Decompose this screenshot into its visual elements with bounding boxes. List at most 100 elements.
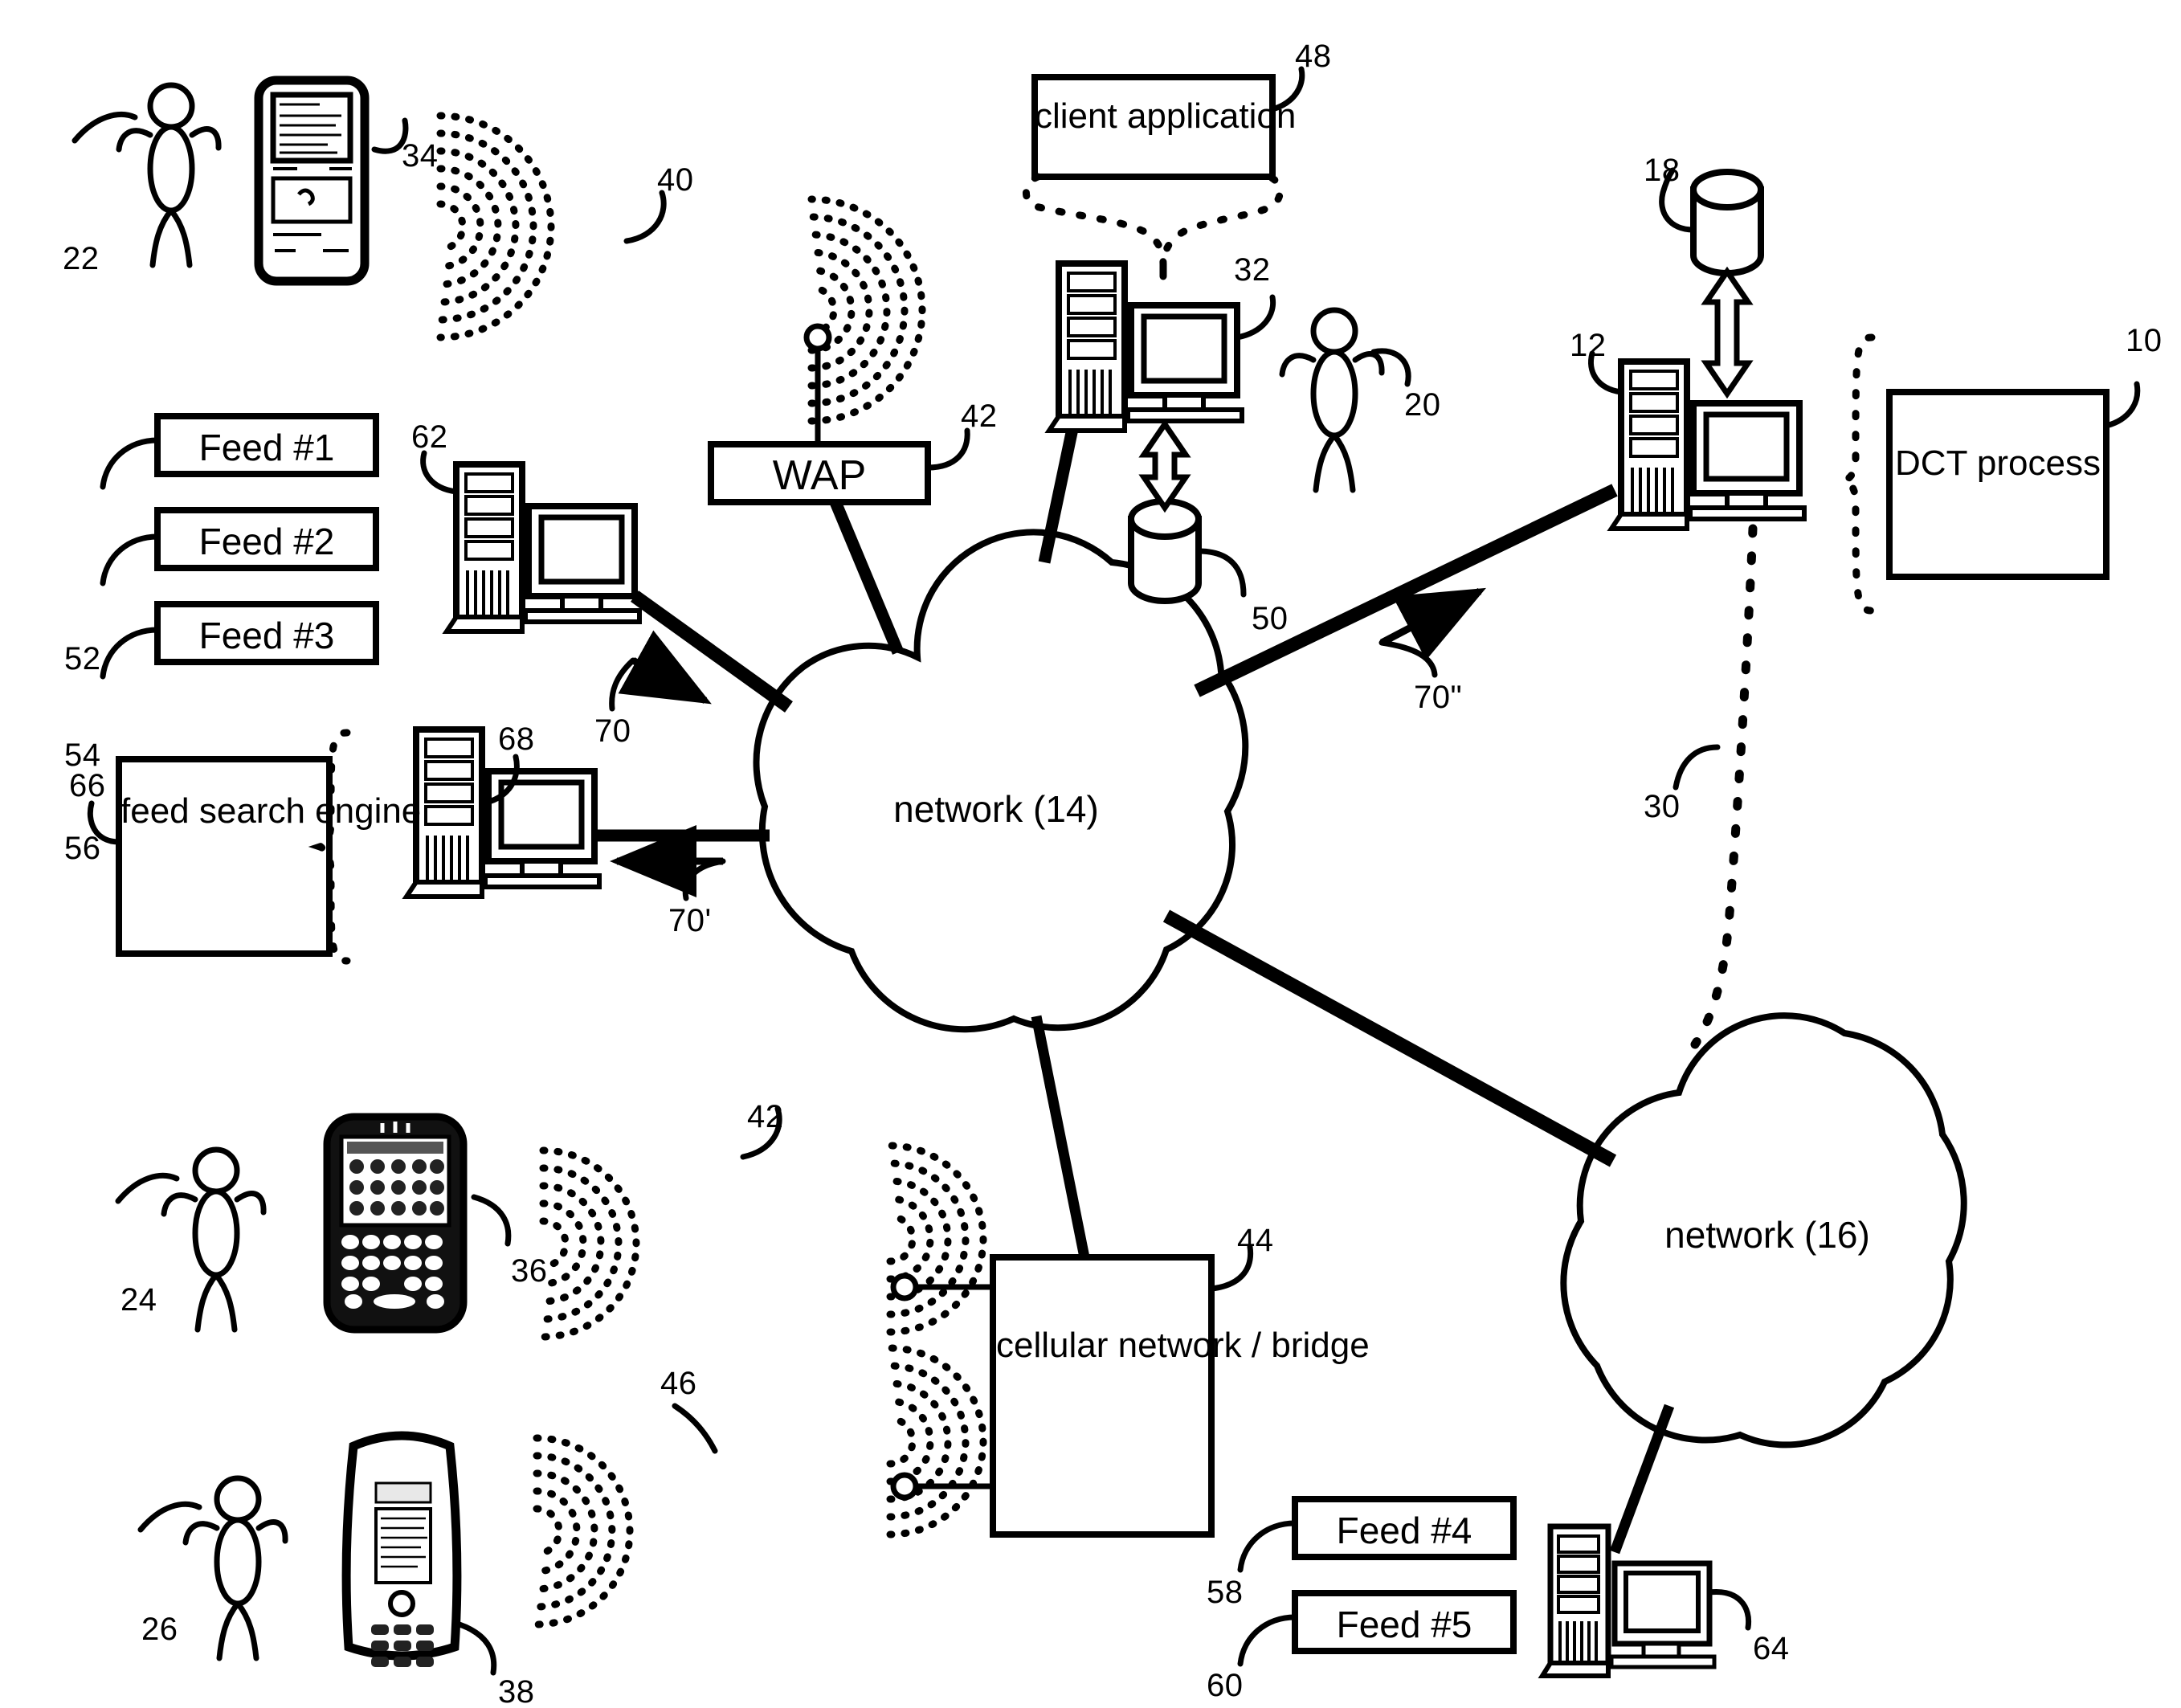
antenna-tip-icon (890, 1472, 919, 1501)
ref-24: 24 (120, 1282, 157, 1318)
server-workstation-icon (1044, 260, 1244, 433)
pda-device-icon (254, 76, 370, 286)
ref-12: 12 (1570, 328, 1607, 363)
radio-wave-arcs-icon (533, 1434, 634, 1628)
bidirectional-arrow (1701, 266, 1754, 399)
ref-68: 68 (498, 721, 535, 757)
leader-line-70 (609, 657, 636, 712)
antenna-tip-icon (890, 1273, 919, 1301)
leader-line-52 (100, 437, 161, 490)
network-14-label: network (14) (893, 788, 1099, 830)
ref-56: 56 (64, 831, 101, 866)
dashed-brace-dct-process (1832, 333, 1876, 615)
blackberry-device-icon (323, 1113, 468, 1334)
ref-32: 32 (1234, 252, 1271, 288)
leader-line-62 (420, 450, 459, 495)
leader-line-32 (1234, 294, 1276, 341)
ref-52: 52 (64, 641, 101, 676)
stick-figure-icon (1279, 307, 1385, 493)
feed-2-label: Feed #2 (198, 521, 335, 562)
ref-62: 62 (411, 419, 448, 455)
cellular-network-bridge-box[interactable] (990, 1254, 1215, 1538)
ref-70-prime: 70' (668, 903, 712, 938)
cellular-network-bridge-label: cellular network / bridge (996, 1326, 1370, 1365)
network-14-cloud (753, 529, 1249, 1033)
link-network16-to-64 (1609, 1404, 1675, 1555)
leader-line-46 (672, 1403, 718, 1454)
ref-42-top: 42 (961, 398, 998, 434)
diagram-svg (71, 66, 2141, 1678)
link-62-to-network14 (631, 590, 793, 713)
server-workstation-icon (1607, 358, 1807, 531)
leader-line-40 (623, 190, 667, 244)
radio-wave-arcs-icon (539, 1146, 640, 1341)
ref-10: 10 (2126, 323, 2163, 358)
ref-70-dprime: 70" (1414, 680, 1463, 715)
ref-18: 18 (1644, 153, 1681, 188)
link-network14-to-network16 (1162, 909, 1617, 1167)
ref-48: 48 (1295, 39, 1332, 74)
cellphone-device-icon (341, 1431, 462, 1667)
feed-3-label: Feed #3 (198, 615, 335, 656)
feed-search-engine-label: feed search engine (120, 791, 422, 831)
leader-line-24 (115, 1172, 180, 1204)
stick-figure-icon (116, 82, 222, 268)
ref-64: 64 (1753, 1631, 1790, 1666)
flow-arrow-70 (618, 630, 712, 705)
leader-line-56 (100, 627, 161, 680)
database-cylinder-icon (1128, 498, 1202, 604)
ref-50: 50 (1252, 601, 1289, 636)
server-workstation-icon (1538, 1523, 1717, 1678)
leader-line-70-dprime (1378, 639, 1438, 678)
dct-process-box[interactable] (1886, 389, 2110, 580)
leader-line-58 (1237, 1520, 1298, 1573)
ref-42-mid: 42 (747, 1099, 784, 1134)
ref-26: 26 (141, 1612, 178, 1647)
ref-36: 36 (511, 1253, 548, 1289)
ref-66: 66 (69, 768, 106, 803)
dashed-link-30 (1690, 524, 1758, 1049)
link-network14-to-bridge (1031, 1015, 1090, 1259)
ref-44: 44 (1237, 1223, 1274, 1258)
radio-wave-arcs-icon (807, 195, 926, 425)
antenna-tip-icon (803, 323, 832, 352)
leader-line-70-prime (682, 858, 726, 901)
leader-line-30 (1673, 744, 1721, 791)
link-wap-to-network14 (830, 500, 904, 655)
ref-60: 60 (1207, 1668, 1244, 1703)
leader-line-42-top (925, 427, 970, 471)
leader-line-64 (1706, 1589, 1752, 1631)
link-network14-to-12 (1194, 484, 1618, 697)
ref-30: 30 (1644, 789, 1681, 824)
ref-70: 70 (594, 713, 631, 749)
patent-figure-canvas: client application DCT process feed sear… (0, 0, 2181, 1708)
leader-line-38 (456, 1621, 497, 1676)
ref-46: 46 (660, 1366, 697, 1401)
feed-4-label: Feed #4 (1336, 1510, 1472, 1551)
ref-22: 22 (63, 241, 100, 276)
database-cylinder-icon (1690, 169, 1764, 276)
radio-wave-arcs-icon (886, 1142, 987, 1336)
ref-40: 40 (657, 162, 694, 198)
feed-1-label: Feed #1 (198, 427, 335, 468)
leader-line-36 (471, 1194, 512, 1247)
leader-line-50 (1195, 548, 1247, 598)
ref-20: 20 (1404, 387, 1441, 423)
bidirectional-arrow (1138, 419, 1191, 513)
leader-line-54 (100, 533, 161, 586)
ref-34: 34 (402, 138, 439, 174)
wap-label: WAP (772, 452, 867, 499)
radio-wave-arcs-icon (436, 112, 555, 341)
stick-figure-icon (161, 1146, 267, 1333)
server-workstation-icon (442, 461, 642, 634)
network-16-label: network (16) (1664, 1214, 1870, 1256)
radio-wave-arcs-icon (886, 1344, 987, 1538)
client-application-label: client application (1035, 96, 1297, 136)
leader-line-60 (1237, 1614, 1298, 1667)
ref-58: 58 (1207, 1575, 1244, 1610)
ref-38: 38 (498, 1674, 535, 1708)
feed-search-engine-box[interactable] (116, 756, 333, 957)
dct-process-label: DCT process (1895, 443, 2101, 483)
feed-5-label: Feed #5 (1336, 1604, 1472, 1645)
leader-line-10 (2103, 381, 2141, 429)
